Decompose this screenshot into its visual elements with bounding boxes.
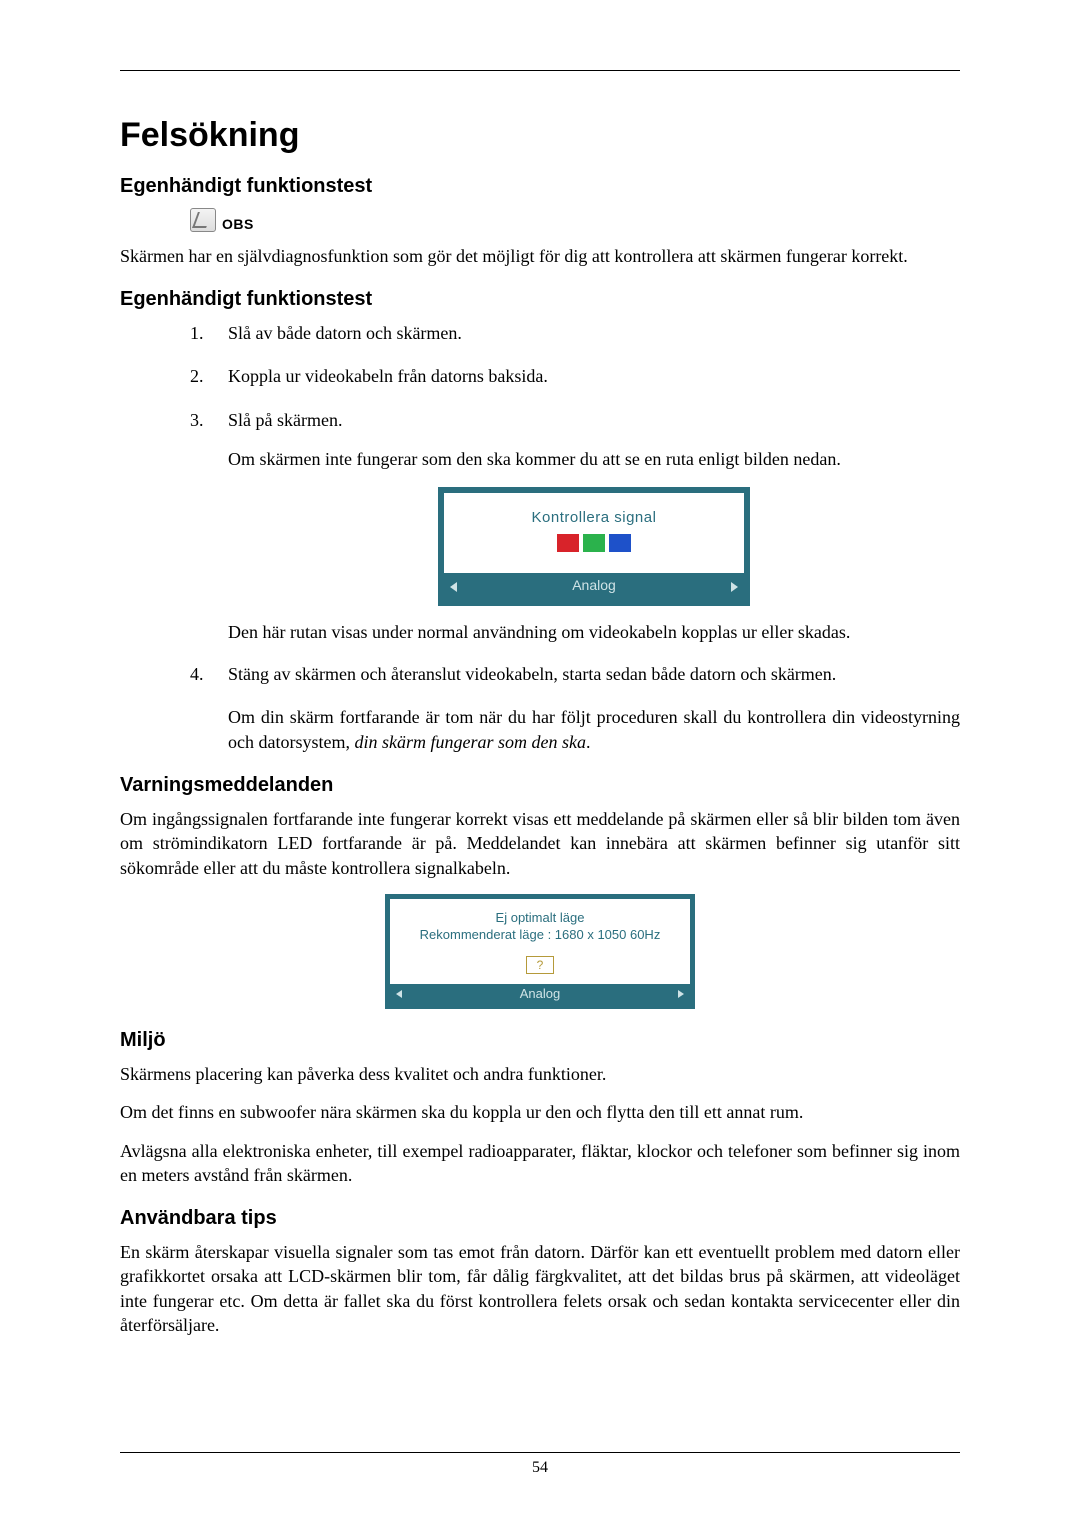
signal-dialog: Kontrollera signal Analog — [438, 487, 750, 606]
note-label: OBS — [222, 216, 254, 232]
conclusion-lead: Om din skärm fortfarande är tom när du h… — [228, 707, 960, 751]
section-heading-tips: Användbara tips — [120, 1207, 960, 1230]
page-title: Felsökning — [120, 116, 960, 155]
env-p3: Avlägsna alla elektroniska enheter, till… — [120, 1139, 960, 1188]
step-4-text: Stäng av skärmen och återanslut videokab… — [228, 664, 836, 684]
warning-dialog: Ej optimalt läge Rekommenderat läge : 16… — [385, 894, 695, 1009]
note-icon — [190, 208, 216, 232]
warning-dialog-text: Ej optimalt läge Rekommenderat läge : 16… — [390, 899, 690, 952]
warning-dialog-help-button: ? — [526, 956, 555, 974]
signal-dialog-colors — [444, 534, 744, 573]
env-p1: Skärmens placering kan påverka dess kval… — [120, 1062, 960, 1086]
warning-dialog-footer: Analog — [390, 984, 690, 1004]
color-swatch-red — [557, 534, 579, 552]
step-2: Koppla ur videokabeln från datorns baksi… — [190, 364, 960, 389]
step-3-followup: Om skärmen inte fungerar som den ska kom… — [228, 447, 960, 471]
step-3-after: Den här rutan visas under normal användn… — [228, 620, 960, 644]
env-p2: Om det finns en subwoofer nära skärmen s… — [120, 1100, 960, 1124]
section1-paragraph: Skärmen har en självdiagnosfunktion som … — [120, 244, 960, 268]
warnings-paragraph: Om ingångssignalen fortfarande inte fung… — [120, 807, 960, 880]
tips-p1: En skärm återskapar visuella signaler so… — [120, 1240, 960, 1337]
step-list-conclusion: Om din skärm fortfarande är tom när du h… — [228, 705, 960, 754]
conclusion-italic: din skärm fungerar som den ska — [354, 732, 586, 752]
bottom-rule — [120, 1452, 960, 1453]
color-swatch-blue — [609, 534, 631, 552]
step-4: Stäng av skärmen och återanslut videokab… — [190, 662, 960, 687]
step-3: Slå på skärmen. Om skärmen inte fungerar… — [190, 408, 960, 645]
step-1: Slå av både datorn och skärmen. — [190, 321, 960, 346]
step-2-text: Koppla ur videokabeln från datorns baksi… — [228, 366, 548, 386]
warning-dialog-line1: Ej optimalt läge — [496, 910, 585, 925]
color-swatch-green — [583, 534, 605, 552]
conclusion-tail: . — [586, 732, 591, 752]
signal-dialog-footer: Analog — [444, 573, 744, 600]
warning-dialog-mid: ? — [390, 952, 690, 984]
top-rule — [120, 70, 960, 71]
page-number: 54 — [120, 1459, 960, 1477]
step-3-text: Slå på skärmen. — [228, 410, 342, 430]
warning-dialog-line2: Rekommenderat läge : 1680 x 1050 60Hz — [420, 927, 661, 942]
section-heading-environment: Miljö — [120, 1029, 960, 1052]
step-1-text: Slå av både datorn och skärmen. — [228, 323, 462, 343]
signal-dialog-title: Kontrollera signal — [444, 493, 744, 534]
step-list: Slå av både datorn och skärmen. Koppla u… — [190, 321, 960, 687]
section-heading-warnings: Varningsmeddelanden — [120, 774, 960, 797]
section-heading-selftest-intro: Egenhändigt funktionstest — [120, 175, 960, 198]
section-heading-selftest-steps: Egenhändigt funktionstest — [120, 288, 960, 311]
